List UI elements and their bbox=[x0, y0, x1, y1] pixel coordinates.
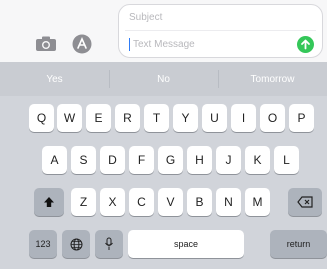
globe-icon bbox=[70, 238, 82, 250]
send-button[interactable] bbox=[297, 36, 314, 53]
text-caret bbox=[129, 38, 130, 51]
return-key[interactable]: return bbox=[270, 230, 327, 258]
numbers-key[interactable]: 123 bbox=[29, 230, 57, 258]
key-t[interactable]: T bbox=[144, 104, 169, 132]
key-z[interactable]: Z bbox=[71, 188, 96, 216]
suggestion-tomorrow[interactable]: Tomorrow bbox=[218, 62, 327, 96]
key-k[interactable]: K bbox=[245, 146, 270, 174]
field-divider bbox=[125, 30, 316, 31]
shift-icon bbox=[44, 197, 54, 207]
key-n[interactable]: N bbox=[216, 188, 241, 216]
subject-field[interactable]: Subject bbox=[129, 12, 162, 23]
camera-icon[interactable] bbox=[34, 34, 58, 54]
key-q[interactable]: Q bbox=[29, 104, 54, 132]
shift-key[interactable] bbox=[34, 188, 64, 216]
backspace-icon bbox=[297, 196, 313, 208]
key-u[interactable]: U bbox=[202, 104, 227, 132]
key-f[interactable]: F bbox=[129, 146, 154, 174]
key-a[interactable]: A bbox=[42, 146, 67, 174]
arrow-up-icon bbox=[301, 39, 310, 50]
dictation-key[interactable] bbox=[95, 230, 123, 258]
key-v[interactable]: V bbox=[158, 188, 183, 216]
microphone-icon bbox=[105, 237, 113, 250]
compose-bar: Subject Text Message bbox=[0, 0, 327, 62]
key-o[interactable]: O bbox=[260, 104, 285, 132]
backspace-key[interactable] bbox=[288, 188, 322, 216]
key-h[interactable]: H bbox=[187, 146, 212, 174]
key-j[interactable]: J bbox=[216, 146, 241, 174]
suggestion-no[interactable]: No bbox=[109, 62, 218, 96]
globe-key[interactable] bbox=[62, 230, 90, 258]
key-i[interactable]: I bbox=[231, 104, 256, 132]
key-g[interactable]: G bbox=[158, 146, 183, 174]
message-box[interactable]: Subject Text Message bbox=[118, 4, 323, 58]
key-m[interactable]: M bbox=[245, 188, 270, 216]
key-l[interactable]: L bbox=[274, 146, 299, 174]
key-y[interactable]: Y bbox=[173, 104, 198, 132]
key-c[interactable]: C bbox=[129, 188, 154, 216]
key-d[interactable]: D bbox=[100, 146, 125, 174]
key-e[interactable]: E bbox=[86, 104, 111, 132]
predictive-bar: Yes No Tomorrow bbox=[0, 62, 327, 96]
suggestion-yes[interactable]: Yes bbox=[0, 62, 109, 96]
app-store-icon[interactable] bbox=[70, 34, 94, 54]
key-b[interactable]: B bbox=[187, 188, 212, 216]
key-s[interactable]: S bbox=[71, 146, 96, 174]
key-p[interactable]: P bbox=[289, 104, 314, 132]
key-x[interactable]: X bbox=[100, 188, 125, 216]
keyboard: Yes No Tomorrow Q W E R T Y U I O P A S … bbox=[0, 62, 327, 269]
space-key[interactable]: space bbox=[128, 230, 244, 258]
key-w[interactable]: W bbox=[57, 104, 82, 132]
message-field[interactable]: Text Message bbox=[133, 39, 195, 50]
key-r[interactable]: R bbox=[115, 104, 140, 132]
